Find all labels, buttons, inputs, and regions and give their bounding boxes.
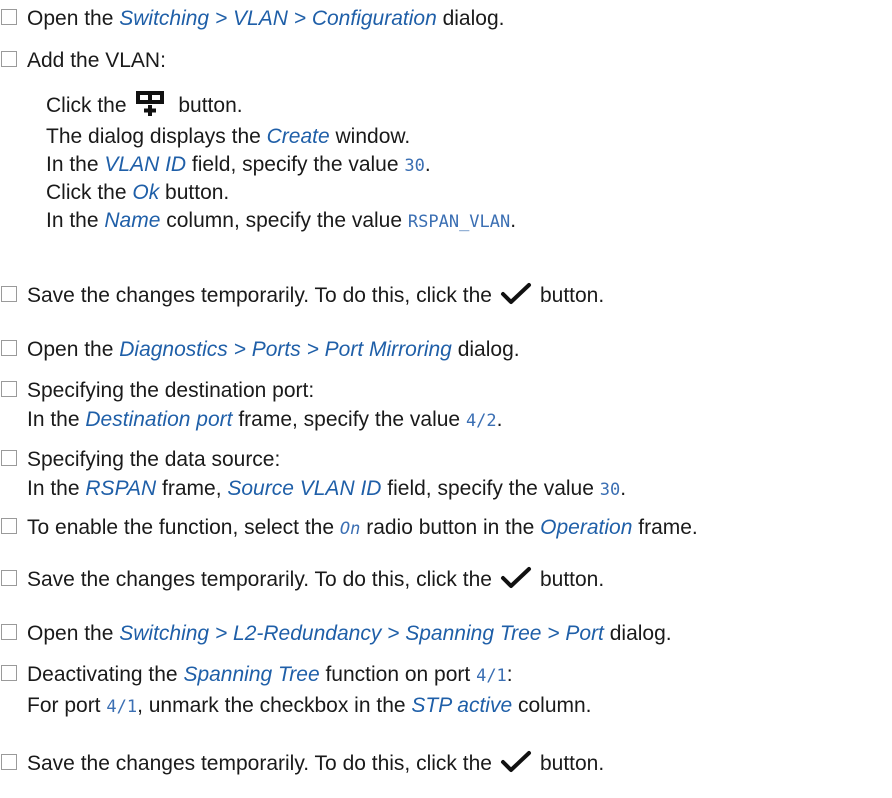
step-text: Save the changes temporarily. To do this… <box>27 284 492 307</box>
step-text: function on port <box>319 663 477 686</box>
step-text: Open the <box>27 338 120 361</box>
step-text: The dialog displays the <box>46 125 267 148</box>
frame-name: Destination port <box>85 408 233 431</box>
step-checkbox[interactable] <box>1 754 17 770</box>
step-checkbox[interactable] <box>1 340 17 356</box>
step-text: Deactivating the <box>27 663 184 686</box>
step-text: Open the <box>27 622 120 645</box>
step-text: Save the changes temporarily. To do this… <box>27 568 492 591</box>
step-text: Click the <box>46 181 133 204</box>
field-name: VLAN ID <box>104 153 187 176</box>
step-text: Add the VLAN: <box>27 49 166 72</box>
value-text: On <box>339 519 361 539</box>
button-name: Ok <box>132 181 160 204</box>
step-enable-function: To enable the function, select the On ra… <box>0 513 698 544</box>
step-open-spanning-tree: Open the Switching > L2-Redundancy > Spa… <box>0 619 672 648</box>
value-text: 4/2 <box>465 411 497 431</box>
checkmark-icon <box>500 282 532 314</box>
window-name: Create <box>266 125 330 148</box>
step-text: Specifying the destination port: <box>27 379 315 402</box>
dialog-path: Switching > L2-Redundancy > Spanning Tre… <box>119 622 604 645</box>
step-text: button. <box>539 752 605 775</box>
step-checkbox[interactable] <box>1 51 17 67</box>
step-text: For port <box>27 694 107 717</box>
step-text: To enable the function, select the <box>27 516 340 539</box>
function-name: Spanning Tree <box>183 663 320 686</box>
value-text: 4/1 <box>106 697 138 717</box>
step-checkbox[interactable] <box>1 381 17 397</box>
frame-name: RSPAN <box>85 477 157 500</box>
column-name: STP active <box>411 694 513 717</box>
step-text: button. <box>172 94 243 117</box>
step-text: dialog. <box>436 7 505 30</box>
step-text: radio button in the <box>360 516 541 539</box>
checkmark-icon <box>500 566 532 598</box>
step-text: , unmark the checkbox in the <box>137 694 412 717</box>
step-text: . <box>424 153 431 176</box>
step-text: Click the <box>46 94 127 117</box>
dialog-path: Switching > VLAN > Configuration <box>119 7 437 30</box>
step-save-1: Save the changes temporarily. To do this… <box>0 281 604 314</box>
step-open-port-mirroring: Open the Diagnostics > Ports > Port Mirr… <box>0 335 520 364</box>
checkmark-icon <box>500 750 532 782</box>
step-text: In the <box>27 477 86 500</box>
step-text: button. <box>159 181 230 204</box>
step-checkbox[interactable] <box>1 624 17 640</box>
step-text: field, specify the value <box>186 153 405 176</box>
step-checkbox[interactable] <box>1 518 17 534</box>
step-checkbox[interactable] <box>1 570 17 586</box>
step-checkbox[interactable] <box>1 450 17 466</box>
step-text: dialog. <box>603 622 672 645</box>
step-text: dialog. <box>451 338 520 361</box>
value-text: RSPAN_VLAN <box>407 212 511 232</box>
step-text: frame, <box>156 477 228 500</box>
vlan-substep-ok: Click the Ok button. <box>46 178 229 207</box>
step-text: In the <box>46 153 105 176</box>
value-text: 30 <box>404 156 425 176</box>
vlan-substep-name: In the Name column, specify the value RS… <box>46 206 516 237</box>
step-save-2: Save the changes temporarily. To do this… <box>0 565 604 598</box>
step-text: frame, specify the value <box>232 408 466 431</box>
dialog-path: Diagnostics > Ports > Port Mirroring <box>119 338 452 361</box>
add-row-icon <box>135 89 165 124</box>
vlan-substep-vlan-id: In the VLAN ID field, specify the value … <box>46 150 431 181</box>
step-checkbox[interactable] <box>1 9 17 25</box>
vlan-substep-create-window: The dialog displays the Create window. <box>46 122 410 151</box>
step-text: Specifying the data source: <box>27 448 281 471</box>
step-data-source: Specifying the data source: In the RSPAN … <box>0 445 626 505</box>
step-text: field, specify the value <box>381 477 600 500</box>
column-name: Name <box>104 209 161 232</box>
step-text: . <box>510 209 517 232</box>
step-text: Open the <box>27 7 120 30</box>
value-text: 4/1 <box>476 666 507 686</box>
step-checkbox[interactable] <box>1 665 17 681</box>
step-destination-port: Specifying the destination port: In the D… <box>0 376 503 436</box>
step-text: In the <box>46 209 105 232</box>
step-deactivate-stp: Deactivating the Spanning Tree function … <box>0 660 592 722</box>
value-text: 30 <box>599 480 621 500</box>
vlan-substep-click-add: Click the button. <box>46 89 243 124</box>
step-save-3: Save the changes temporarily. To do this… <box>0 749 604 782</box>
step-checkbox[interactable] <box>1 286 17 302</box>
step-open-vlan-config: Open the Switching > VLAN > Configuratio… <box>0 4 504 33</box>
step-text: . <box>620 477 627 500</box>
step-text: button. <box>539 284 605 307</box>
frame-name: Operation <box>540 516 633 539</box>
step-text: window. <box>329 125 411 148</box>
step-text: Save the changes temporarily. To do this… <box>27 752 492 775</box>
step-text: In the <box>27 408 86 431</box>
step-text: : <box>506 663 513 686</box>
step-text: . <box>496 408 503 431</box>
step-add-vlan: Add the VLAN: <box>0 46 166 75</box>
step-text: frame. <box>632 516 698 539</box>
step-text: column, specify the value <box>160 209 408 232</box>
step-text: column. <box>512 694 592 717</box>
field-name: Source VLAN ID <box>227 477 382 500</box>
step-text: button. <box>539 568 605 591</box>
